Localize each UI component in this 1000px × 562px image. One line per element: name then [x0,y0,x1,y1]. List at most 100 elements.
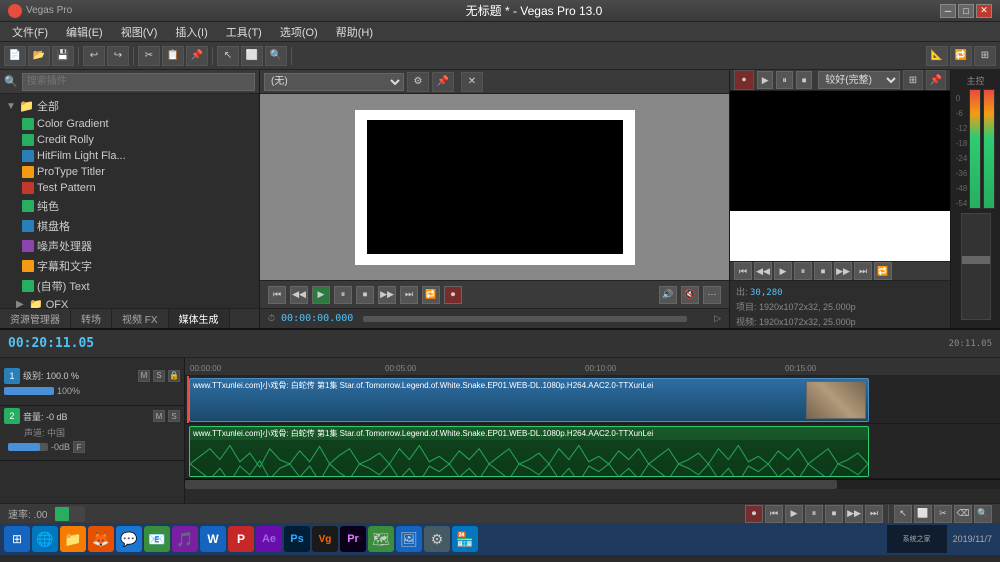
ctrl-record[interactable]: ⏺ [444,286,462,304]
right-ctrl-stop[interactable]: ⏹ [796,71,812,89]
track-1-volume[interactable] [4,387,54,395]
ctrl-more[interactable]: ⋯ [703,286,721,304]
transport-next[interactable]: ▶▶ [845,505,863,523]
ctrl-prev-frame[interactable]: ◀◀ [290,286,308,304]
right-play[interactable]: ▶ [774,262,792,280]
mixer-fader-handle[interactable] [962,256,990,264]
right-next-frame[interactable]: ▶▶ [834,262,852,280]
toolbar-loop[interactable]: 🔁 [950,46,972,66]
menu-help[interactable]: 帮助(H) [328,22,381,42]
ctrl-play[interactable]: ▶ [312,286,330,304]
scrollbar-thumb[interactable] [185,480,837,489]
toolbar-open[interactable]: 📂 [28,46,50,66]
taskbar-settings[interactable]: ⚙ [424,526,450,552]
taskbar-maps[interactable]: 🗺 [368,526,394,552]
transport-stop[interactable]: ⏹ [825,505,843,523]
preview-source-select[interactable]: (无) [264,73,404,91]
right-quality-select[interactable]: 较好(完整) [818,71,900,89]
mixer-fader[interactable] [961,213,991,320]
toolbar-cut[interactable]: ✂ [138,46,160,66]
tree-item-6[interactable]: 棋盘格 [2,216,257,236]
taskbar-mail[interactable]: 📧 [144,526,170,552]
transport-rec[interactable]: ⏺ [745,505,763,523]
track-2-volume[interactable] [8,443,48,451]
toolbar-select[interactable]: ⬜ [241,46,263,66]
track-2-mute[interactable]: M [153,410,165,422]
taskbar-firefox[interactable]: 🦊 [88,526,114,552]
taskbar-photos[interactable]: 🖼 [396,526,422,552]
taskbar-music[interactable]: 🎵 [172,526,198,552]
toolbar-cursor[interactable]: ↖ [217,46,239,66]
right-goto-start[interactable]: ⏮ [734,262,752,280]
tree-item-8[interactable]: 字幕和文字 [2,256,257,276]
preview-close-btn[interactable]: ✕ [461,72,483,92]
search-input[interactable] [22,73,255,91]
transport-select[interactable]: ⬜ [914,505,932,523]
ctrl-pause[interactable]: ⏸ [334,286,352,304]
right-ctrl-pause[interactable]: ⏸ [776,71,792,89]
transport-erase[interactable]: ⌫ [954,505,972,523]
close-button[interactable]: ✕ [976,4,992,18]
toolbar-zoom[interactable]: 🔍 [265,46,287,66]
track-1-solo[interactable]: S [153,370,165,382]
menu-edit[interactable]: 编辑(E) [58,22,111,42]
right-loop[interactable]: 🔁 [874,262,892,280]
tree-item-3[interactable]: ProType Titler [2,164,257,180]
right-ctrl-play[interactable]: ▶ [757,71,773,89]
tree-item-10[interactable]: ▶ 📁 OFX [2,296,257,308]
toolbar-snap[interactable]: 📐 [926,46,948,66]
ctrl-mute[interactable]: 🔇 [681,286,699,304]
track-1-mute[interactable]: M [138,370,150,382]
tree-item-1[interactable]: Credit Rolly [2,132,257,148]
tree-root[interactable]: ▼ 📁 全部 [2,96,257,116]
maximize-button[interactable]: □ [958,4,974,18]
right-snap-btn[interactable]: 📌 [926,70,946,90]
right-pause[interactable]: ⏸ [794,262,812,280]
right-goto-end[interactable]: ⏭ [854,262,872,280]
ctrl-loop[interactable]: 🔁 [422,286,440,304]
rate-slider[interactable] [55,506,85,522]
minimize-button[interactable]: ─ [940,4,956,18]
ctrl-goto-start[interactable]: ⏮ [268,286,286,304]
tree-item-0[interactable]: Color Gradient [2,116,257,132]
ctrl-goto-end[interactable]: ⏭ [400,286,418,304]
tab-resource-manager[interactable]: 资源管理器 [0,309,71,328]
transport-goto-end[interactable]: ⏭ [865,505,883,523]
transport-zoom-in[interactable]: 🔍 [974,505,992,523]
right-preview-rec[interactable]: ⏺ [734,70,754,90]
right-prev-frame[interactable]: ◀◀ [754,262,772,280]
menu-view[interactable]: 视图(V) [113,22,166,42]
right-stop[interactable]: ⏹ [814,262,832,280]
video-clip-1[interactable]: www.TTxunlei.com]小戏骨: 白蛇传 第1集 Star.of.To… [189,378,869,422]
menu-options[interactable]: 选项(O) [272,22,326,42]
transport-split[interactable]: ✂ [934,505,952,523]
toolbar-save[interactable]: 💾 [52,46,74,66]
tab-video-fx[interactable]: 视频 FX [112,309,169,328]
taskbar-store[interactable]: 🏪 [452,526,478,552]
tree-item-4[interactable]: Test Pattern [2,180,257,196]
taskbar-folder[interactable]: 📁 [60,526,86,552]
track-1-lock[interactable]: 🔒 [168,370,180,382]
ctrl-next-frame[interactable]: ▶▶ [378,286,396,304]
taskbar-ae[interactable]: Ae [256,526,282,552]
tree-item-9[interactable]: (自带) Text [2,276,257,296]
tree-item-5[interactable]: 纯色 [2,196,257,216]
transport-goto-start[interactable]: ⏮ [765,505,783,523]
preview-snap-btn[interactable]: 📌 [432,72,454,92]
taskbar-ppt[interactable]: P [228,526,254,552]
menu-insert[interactable]: 插入(I) [167,22,215,42]
transport-play[interactable]: ▶ [785,505,803,523]
ctrl-stop[interactable]: ⏹ [356,286,374,304]
taskbar-browser[interactable]: 🌐 [32,526,58,552]
transport-cursor[interactable]: ↖ [894,505,912,523]
menu-tools[interactable]: 工具(T) [218,22,270,42]
track-2-solo[interactable]: S [168,410,180,422]
toolbar-undo[interactable]: ↩ [83,46,105,66]
toolbar-copy[interactable]: 📋 [162,46,184,66]
tab-media-gen[interactable]: 媒体生成 [169,309,230,328]
ctrl-volume[interactable]: 🔊 [659,286,677,304]
tab-transitions[interactable]: 转场 [71,309,112,328]
timeline-scrollbar[interactable] [185,479,1000,489]
taskbar-ps[interactable]: Ps [284,526,310,552]
audio-clip-1[interactable]: www.TTxunlei.com]小戏骨: 白蛇传 第1集 Star.of.To… [189,426,869,477]
